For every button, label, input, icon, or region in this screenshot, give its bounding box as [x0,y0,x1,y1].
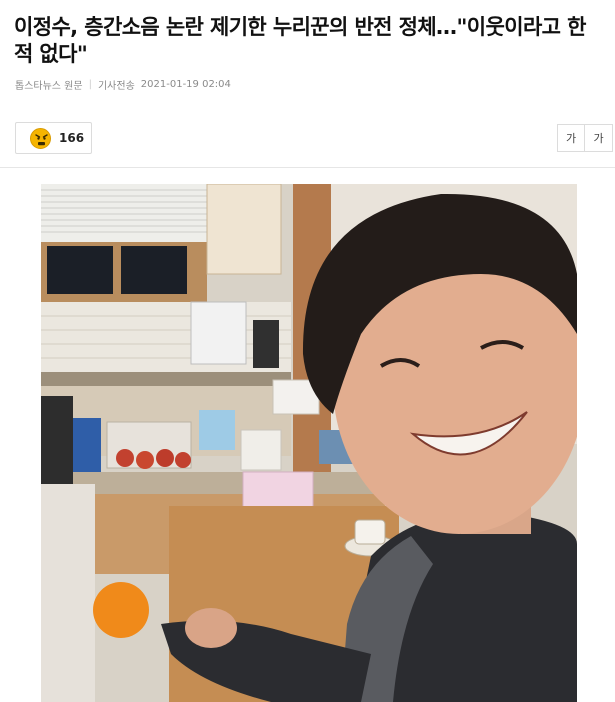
divider [0,167,615,168]
article-headline: 이정수, 층간소음 논란 제기한 누리꾼의 반전 정체…"이웃이라고 한 적 없… [14,15,586,66]
reaction-count: 166 [59,131,85,145]
angry-face-icon [30,127,51,149]
article-photo [41,184,577,702]
meta-separator: | [88,79,92,90]
article-timestamp: 2021-01-19 02:04 [140,79,231,90]
article-meta: 톱스타뉴스 원문 | 기사전송 2021-01-19 02:04 [15,77,231,92]
meta-label: 기사전송 [97,81,135,92]
font-larger-button[interactable]: 가 [585,124,613,152]
font-size-controls: 가 가 [557,124,613,152]
font-smaller-button[interactable]: 가 [557,124,585,152]
reaction-button[interactable]: 166 [15,122,92,154]
source-link[interactable]: 톱스타뉴스 원문 [15,77,83,92]
